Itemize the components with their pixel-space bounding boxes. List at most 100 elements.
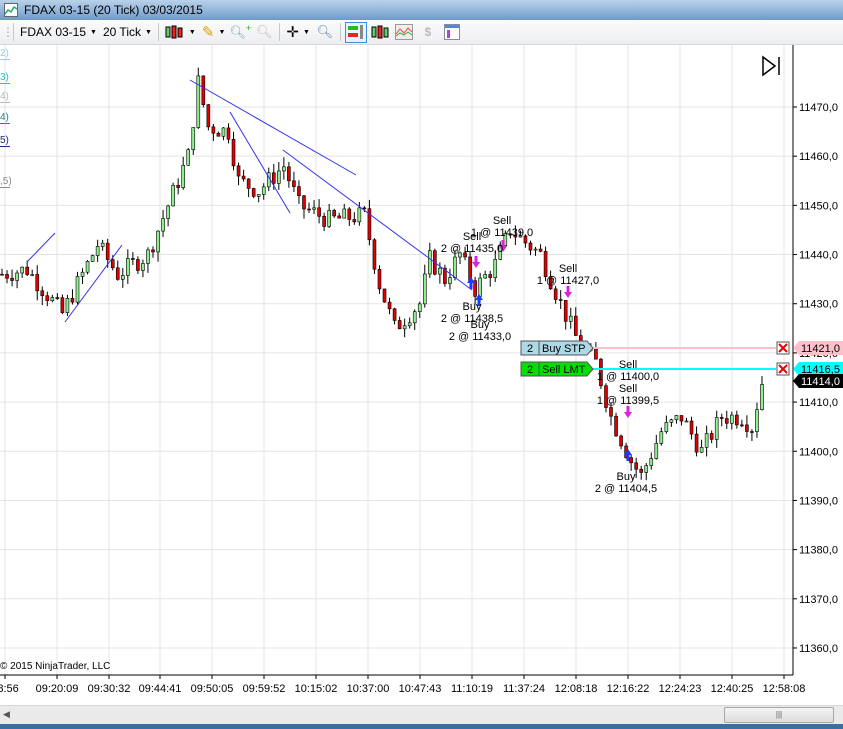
candle-body — [141, 263, 145, 271]
draw-tool-button[interactable]: ✎ ▼ — [199, 22, 229, 43]
candle-body — [35, 274, 40, 292]
candle-body — [714, 417, 719, 440]
candle-body — [231, 138, 236, 167]
sell-arrow-icon — [472, 256, 480, 268]
indicator-label[interactable]: 5) — [0, 135, 10, 147]
chart-toolbar: ⋮ FDAX 03-15 ▼ 20 Tick ▼ ▼ ✎ ▼ 🔍︎+ 🔍︎ ✛ ▼ 🔍︎… — [0, 20, 843, 45]
candle-body — [292, 180, 296, 187]
candle-body — [206, 104, 211, 128]
candle-body — [634, 462, 638, 470]
last-price-label: 11414,0 — [801, 376, 840, 388]
grip-icon: ⋮ — [2, 25, 14, 39]
indicator-label[interactable]: 4) — [0, 112, 10, 124]
scroll-left-icon[interactable]: ◀ — [3, 709, 10, 720]
candle-body — [573, 315, 578, 336]
candle-body — [60, 297, 65, 313]
y-tick-label: 11440,0 — [799, 250, 838, 262]
candle-body — [428, 250, 432, 275]
candle-body — [50, 297, 55, 302]
zoom-in-button[interactable]: 🔍︎+ — [229, 22, 251, 43]
x-tick-label: 10:15:02 — [295, 683, 338, 695]
chart-trader-icon — [347, 25, 363, 39]
candle-body — [533, 248, 538, 251]
candle-body — [110, 259, 115, 269]
horizontal-scrollbar[interactable]: ◀ ||| — [0, 705, 843, 724]
candle-body — [357, 207, 362, 223]
candle-body — [538, 248, 543, 252]
execution-side-label: Sell — [619, 383, 637, 395]
order-qty: 2 — [527, 343, 533, 355]
candle-body — [594, 348, 598, 360]
x-tick-label: 09:20:09 — [36, 683, 79, 695]
chevron-down-icon: ▼ — [144, 28, 152, 36]
y-tick-label: 11450,0 — [799, 200, 838, 212]
y-tick-label: 11410,0 — [799, 397, 838, 409]
strategies-button[interactable]: $ — [417, 22, 439, 43]
y-tick-label: 11360,0 — [799, 643, 838, 655]
execution-side-label: Buy — [617, 471, 636, 483]
indicators-button[interactable] — [393, 22, 415, 43]
candle-body — [659, 431, 664, 444]
candle-body — [75, 276, 80, 303]
candle-body — [161, 218, 165, 232]
zoom-out-button[interactable]: 🔍︎ — [253, 22, 275, 43]
candle-body — [664, 422, 669, 432]
candle-body — [327, 210, 331, 227]
candle-body — [337, 215, 342, 219]
y-tick-label: 11400,0 — [799, 446, 838, 458]
instrument-label: FDAX 03-15 — [20, 25, 87, 39]
candle-body — [30, 274, 34, 276]
candle-body — [40, 290, 45, 297]
candle-body — [483, 274, 487, 279]
candle-body — [347, 208, 352, 220]
sell-arrow-icon — [564, 286, 572, 298]
candle-body — [493, 259, 498, 278]
magnify-button[interactable]: 🔍︎ — [314, 22, 336, 43]
execution-price-label: 1 @ 11399,5 — [597, 395, 659, 407]
candle-body — [25, 266, 29, 275]
candle-body — [151, 249, 155, 253]
data-series-button[interactable] — [369, 22, 391, 43]
copyright-label: © 2015 NinjaTrader, LLC — [0, 661, 110, 672]
execution-price-label: 2 @ 11435,0 — [441, 243, 503, 255]
order-qty: 2 — [527, 364, 533, 376]
candle-body — [704, 433, 709, 448]
order-type: Buy STP — [542, 343, 585, 355]
x-tick-label: 11:37:24 — [503, 683, 545, 695]
candle-body — [478, 277, 482, 297]
candle-body — [70, 298, 75, 303]
interval-selector[interactable]: 20 Tick ▼ — [100, 22, 155, 43]
chart-trader-button[interactable] — [344, 21, 367, 43]
indicator-label[interactable]: 4) — [0, 91, 10, 103]
candle-body — [402, 325, 407, 330]
candle-body — [422, 273, 427, 305]
candle-body — [271, 172, 276, 184]
candle-body — [312, 207, 316, 210]
candle-body — [126, 258, 130, 276]
x-tick-label: 12:08:18 — [555, 683, 598, 695]
crosshair-button[interactable]: ✛ ▼ — [283, 22, 313, 43]
properties-button[interactable] — [441, 22, 463, 43]
candle-body — [297, 186, 301, 197]
cancel-order-button[interactable] — [776, 362, 790, 376]
price-chart[interactable]: 11470,011460,011450,011440,011430,011420… — [0, 45, 843, 705]
window-title: FDAX 03-15 (20 Tick) 03/03/2015 — [24, 3, 203, 17]
indicator-label[interactable]: 3) — [0, 72, 10, 84]
instrument-selector[interactable]: FDAX 03-15 ▼ — [17, 22, 100, 43]
execution-side-label: Buy — [463, 301, 482, 313]
play-icon — [762, 55, 777, 77]
candle-body — [674, 415, 679, 421]
candle-body — [251, 188, 256, 197]
candle-body — [377, 268, 382, 290]
candle-body — [216, 132, 221, 137]
bar-type-button[interactable]: ▼ — [162, 22, 199, 43]
toggle-panel-button[interactable] — [762, 55, 780, 77]
candle-body — [352, 219, 357, 223]
scrollbar-thumb[interactable]: ||| — [724, 707, 834, 723]
cancel-order-button[interactable] — [776, 341, 790, 355]
indicator-label[interactable]: 2) — [0, 48, 10, 60]
chart-canvas[interactable]: 11470,011460,011450,011440,011430,011420… — [0, 45, 843, 705]
candle-body — [55, 297, 60, 299]
candle-body — [362, 207, 367, 210]
indicator-label[interactable]: ,5) — [0, 176, 12, 188]
